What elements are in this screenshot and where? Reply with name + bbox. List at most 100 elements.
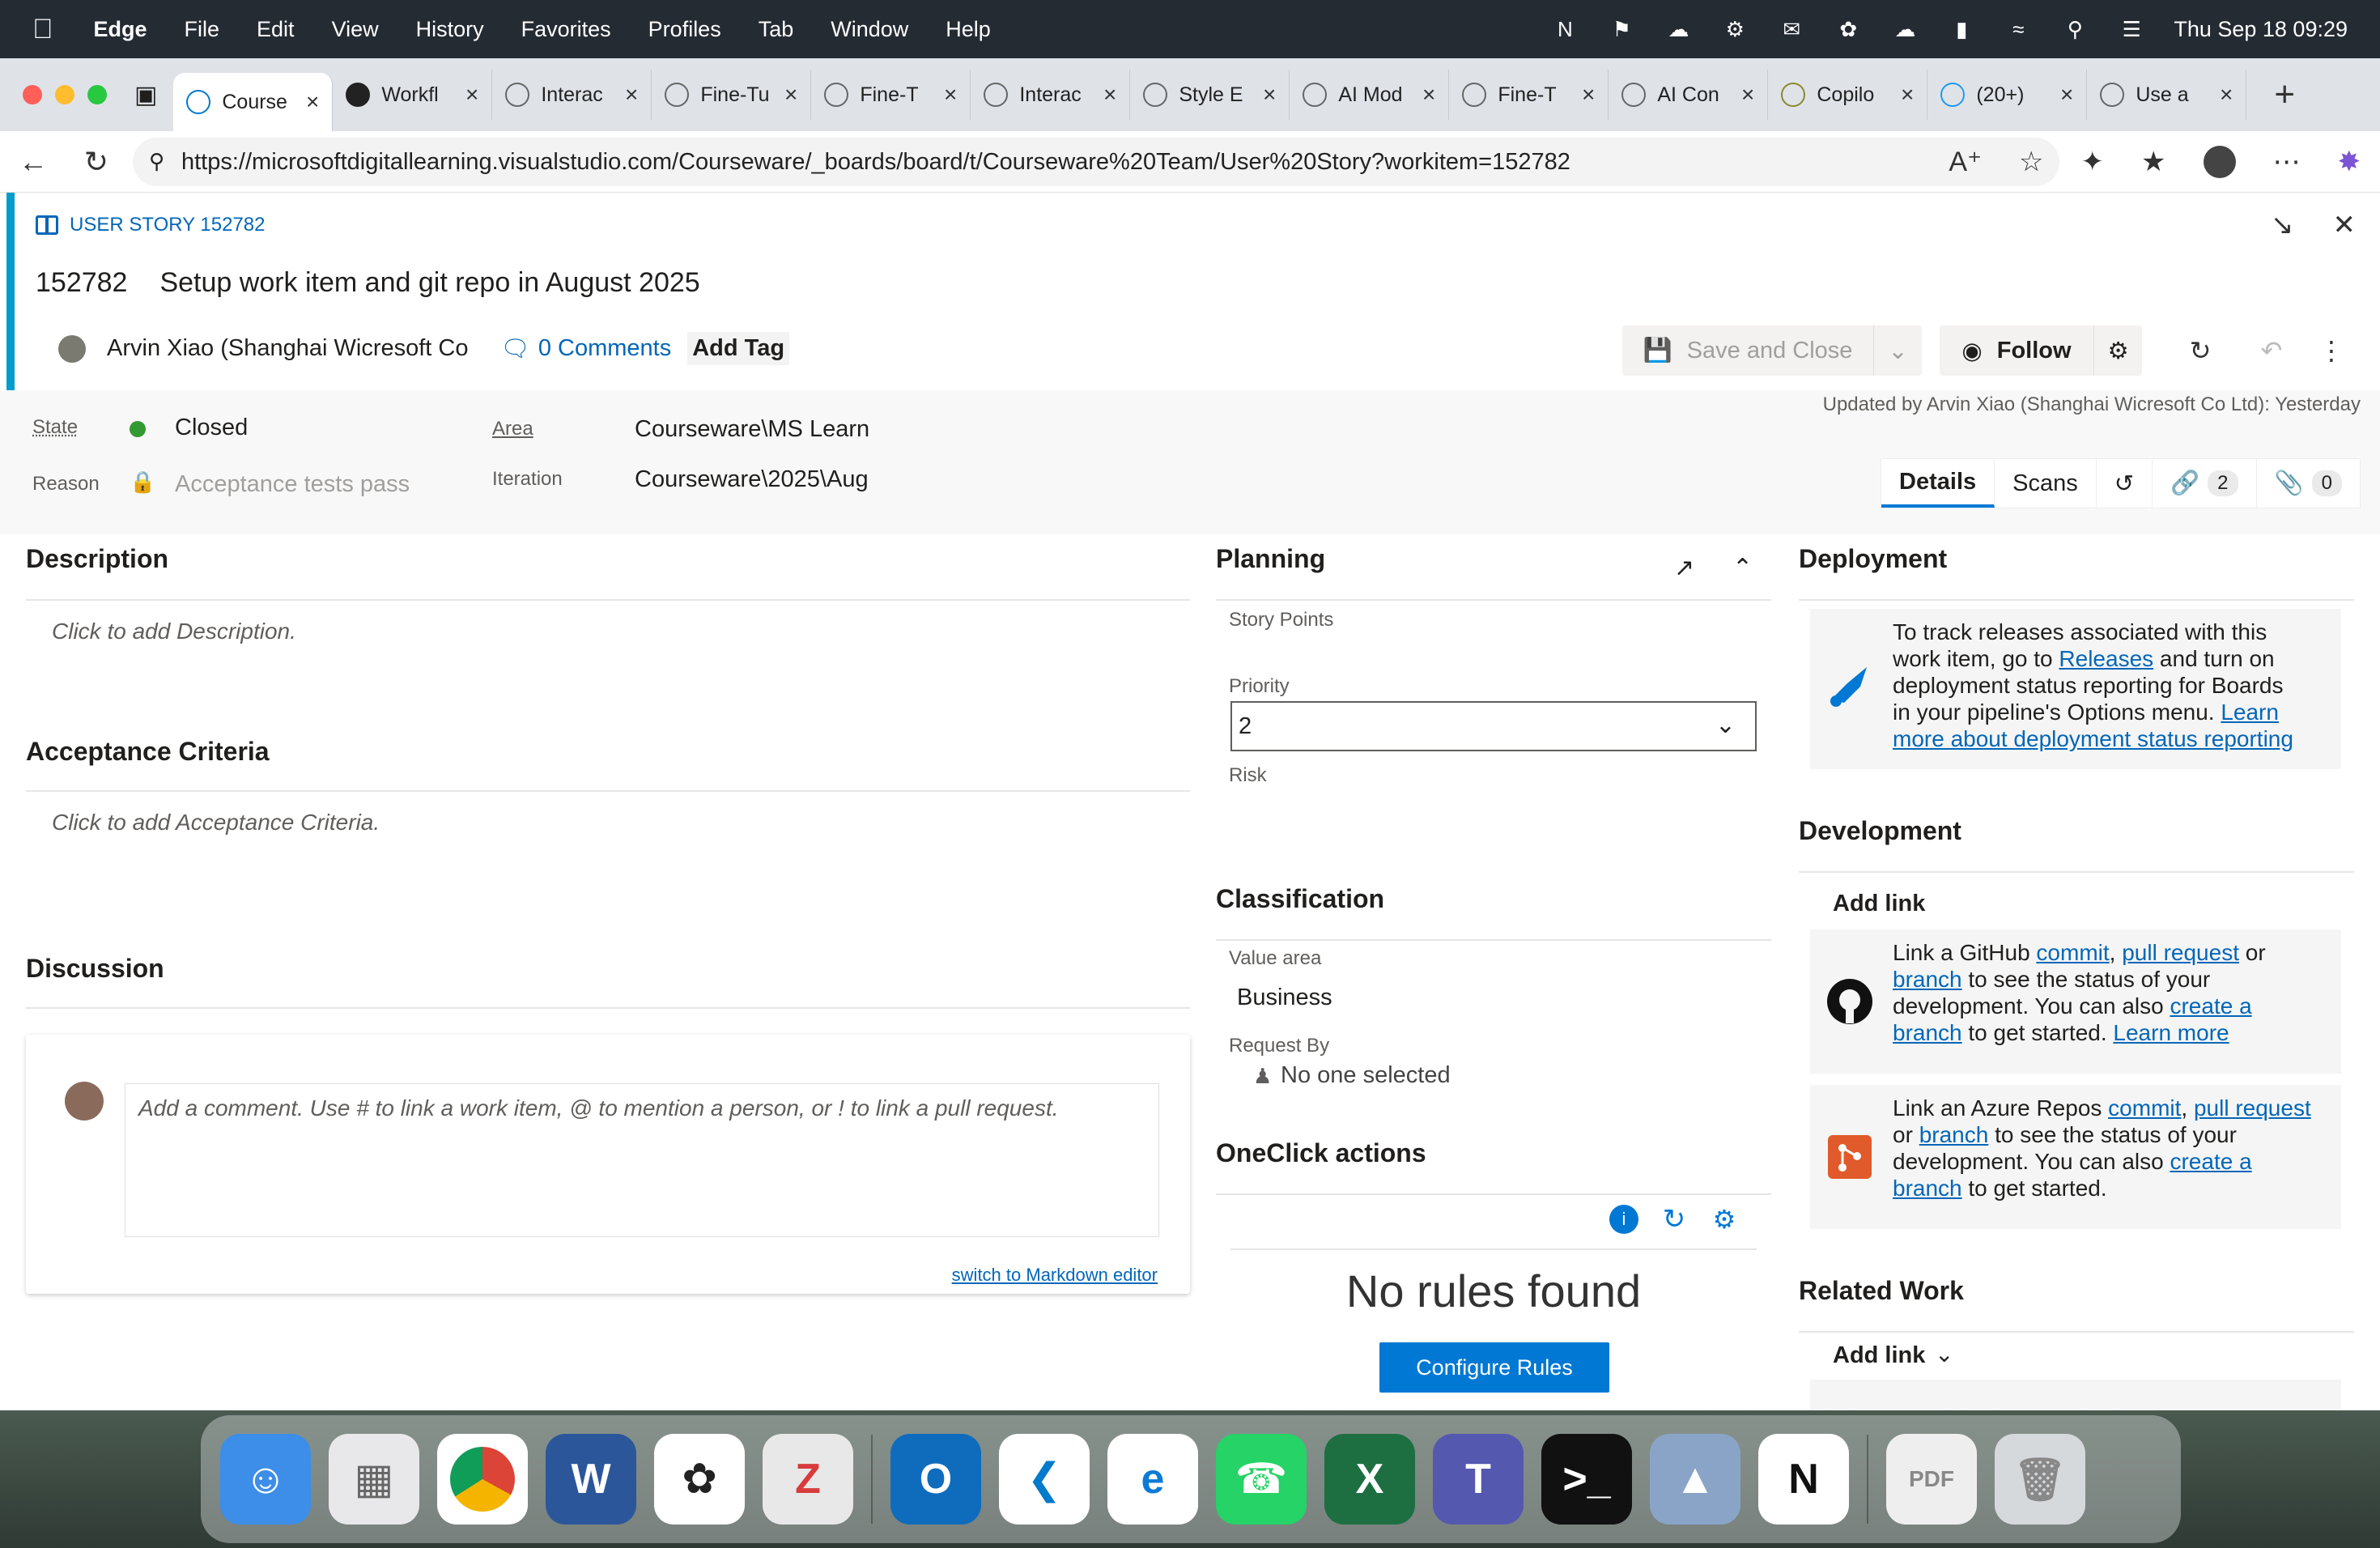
releases-link[interactable]: Releases	[2059, 646, 2153, 671]
tab-use-a[interactable]: Use a ×	[2087, 70, 2247, 120]
tab-workflow[interactable]: Workfl ×	[333, 70, 493, 120]
menu-window[interactable]: Window	[831, 17, 908, 42]
menu-profiles[interactable]: Profiles	[648, 17, 721, 42]
outlook-icon[interactable]: O	[890, 1434, 981, 1525]
tab-ai-mod[interactable]: AI Mod ×	[1290, 70, 1450, 120]
wifi-icon[interactable]: ≈	[2004, 16, 2033, 42]
tab-fine-tune-3[interactable]: Fine-T ×	[1449, 70, 1609, 120]
github-commit-link[interactable]: commit	[2036, 940, 2109, 965]
more-actions-icon[interactable]: ⋮	[2307, 325, 2356, 376]
github-create-branch-link-2[interactable]: branch	[1893, 1020, 1962, 1045]
state-value[interactable]: Closed	[175, 415, 248, 441]
launchpad-icon[interactable]: ▦	[329, 1434, 419, 1525]
github-create-branch-link[interactable]: create a	[2170, 993, 2251, 1019]
close-tab-icon[interactable]: ×	[465, 82, 478, 108]
info-icon[interactable]: i	[1609, 1205, 1638, 1234]
teams-status-icon[interactable]: ⚑	[1607, 16, 1636, 42]
finder-icon[interactable]: ☺	[220, 1434, 311, 1525]
risk-label[interactable]: Risk	[1229, 764, 1267, 787]
profile-avatar[interactable]	[2203, 146, 2236, 178]
story-points-label[interactable]: Story Points	[1229, 609, 1333, 632]
discussion-title[interactable]: Discussion	[26, 954, 164, 984]
settings-gear-icon[interactable]: ⚙	[1710, 1205, 1739, 1234]
menu-view[interactable]: View	[332, 17, 379, 42]
cloud-sync-icon[interactable]: ☁	[1890, 16, 1919, 42]
related-work-title[interactable]: Related Work	[1799, 1276, 1964, 1306]
related-add-link-button[interactable]: Add link	[1833, 1342, 1925, 1369]
trash-icon[interactable]: 🗑	[1995, 1434, 2085, 1525]
tab-fine-tune-2[interactable]: Fine-T ×	[811, 70, 971, 120]
assigned-to[interactable]: Arvin Xiao (Shanghai Wicresoft Co	[107, 335, 476, 362]
excel-icon[interactable]: X	[1324, 1434, 1415, 1525]
close-tab-icon[interactable]: ×	[2060, 82, 2073, 108]
whatsapp-icon[interactable]: ☎	[1216, 1434, 1307, 1525]
avatar[interactable]	[58, 334, 86, 363]
priority-select[interactable]: 2 ⌄	[1230, 701, 1757, 751]
work-item-title-text[interactable]: Setup work item and git repo in August 2…	[159, 267, 699, 299]
description-editor[interactable]: Click to add Description.	[52, 619, 296, 644]
extensions-icon[interactable]: ✦	[2081, 146, 2105, 178]
refresh-icon[interactable]: ↻	[2165, 325, 2236, 376]
close-tab-icon[interactable]: ×	[306, 89, 319, 115]
word-icon[interactable]: W	[546, 1434, 636, 1525]
close-icon[interactable]: ✕	[2333, 209, 2357, 241]
comment-input[interactable]: Add a comment. Use # to link a work item…	[125, 1083, 1159, 1237]
updated-by-text[interactable]: Updated by Arvin Xiao (Shanghai Wicresof…	[1823, 393, 2361, 416]
menu-file[interactable]: File	[185, 17, 220, 42]
chatgpt-icon[interactable]: ✿	[654, 1434, 745, 1525]
follow-button[interactable]: ◉ Follow	[1940, 325, 2093, 376]
azure-branch-link[interactable]: branch	[1919, 1122, 1989, 1147]
close-window-icon[interactable]	[23, 85, 42, 104]
development-add-link-button[interactable]: Add link	[1833, 891, 1925, 917]
github-learn-more-link[interactable]: Learn more	[2113, 1020, 2229, 1045]
chrome-icon[interactable]	[437, 1434, 528, 1525]
area-value[interactable]: Courseware\MS Learn	[635, 416, 869, 443]
more-options-icon[interactable]: ⋯	[2273, 146, 2301, 178]
tab-copilot[interactable]: Copilo ×	[1768, 70, 1928, 120]
vscode-icon[interactable]: ❮	[999, 1434, 1090, 1525]
back-icon[interactable]: ←	[10, 145, 57, 179]
zotero-icon[interactable]: Z	[763, 1434, 853, 1525]
comments-link[interactable]: 🗨 0 Comments	[500, 335, 671, 363]
outlook-status-icon[interactable]: ✉	[1777, 16, 1806, 42]
zoom-window-icon[interactable]	[87, 85, 107, 104]
oneclick-actions-title[interactable]: OneClick actions	[1216, 1138, 1426, 1168]
menu-tab[interactable]: Tab	[759, 17, 794, 42]
copilot-icon[interactable]: ✸	[2338, 146, 2361, 178]
menubar-clock[interactable]: Thu Sep 18 09:29	[2174, 17, 2348, 42]
acceptance-criteria-title[interactable]: Acceptance Criteria	[26, 737, 270, 767]
refresh-icon[interactable]: ↻	[1660, 1204, 1689, 1235]
description-title[interactable]: Description	[26, 544, 168, 574]
menu-favorites[interactable]: Favorites	[521, 17, 611, 42]
search-icon[interactable]: ⚲	[2060, 16, 2089, 42]
close-tab-icon[interactable]: ×	[1263, 82, 1276, 108]
azure-create-branch-link[interactable]: create a	[2170, 1149, 2251, 1174]
add-tag-button[interactable]: Add Tag	[687, 332, 790, 365]
sync-icon[interactable]: ⚙	[1720, 16, 1749, 42]
close-tab-icon[interactable]: ×	[1582, 82, 1595, 108]
close-tab-icon[interactable]: ×	[1103, 82, 1116, 108]
work-item-title[interactable]: 152782 Setup work item and git repo in A…	[36, 267, 700, 299]
preview-icon[interactable]: ▲	[1650, 1434, 1740, 1525]
apple-icon[interactable]: 	[32, 14, 53, 45]
learn-link[interactable]: Learn	[2221, 700, 2279, 725]
close-tab-icon[interactable]: ×	[625, 82, 638, 108]
menu-edit[interactable]: Edit	[257, 17, 295, 42]
pdf-document-icon[interactable]: PDF	[1886, 1434, 1977, 1525]
acceptance-criteria-editor[interactable]: Click to add Acceptance Criteria.	[52, 810, 380, 836]
tab-scans[interactable]: Scans	[1995, 459, 2097, 508]
site-info-icon[interactable]: ⚲	[149, 149, 164, 174]
close-tab-icon[interactable]: ×	[944, 82, 957, 108]
favorites-icon[interactable]: ★	[2141, 146, 2165, 178]
close-tab-icon[interactable]: ×	[2220, 82, 2233, 108]
battery-icon[interactable]: ▮	[1947, 16, 1976, 42]
azure-pull-request-link[interactable]: pull request	[2194, 1095, 2311, 1121]
github-branch-link[interactable]: branch	[1893, 967, 1962, 992]
tab-links[interactable]: 🔗 2	[2153, 459, 2257, 508]
tab-ai-con[interactable]: AI Con ×	[1609, 70, 1769, 120]
notion-icon[interactable]: N	[1758, 1434, 1849, 1525]
planning-title[interactable]: Planning	[1216, 544, 1325, 574]
azure-create-branch-link-2[interactable]: branch	[1893, 1176, 1962, 1201]
chevron-down-icon[interactable]: ⌄	[1935, 1341, 1953, 1367]
tab-details[interactable]: Details	[1881, 459, 1995, 508]
